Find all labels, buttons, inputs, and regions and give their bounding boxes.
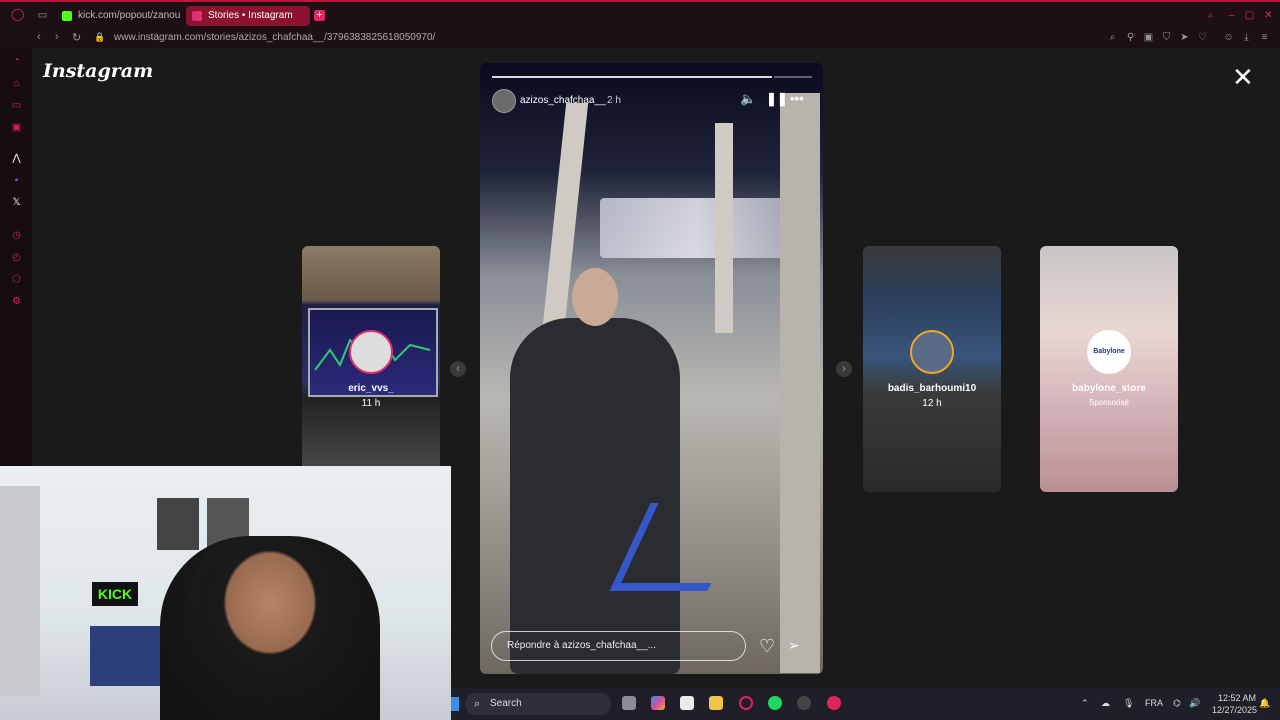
forward-icon[interactable]: › <box>55 31 59 43</box>
shield-icon[interactable]: ⛉ <box>1161 32 1172 43</box>
side-story-babylone[interactable]: Babylone babylone_store Sponsorisé <box>1040 246 1178 492</box>
browser-tab-bar: ◯ ▭ kick.com/popout/zanoune Stories • In… <box>0 0 1280 28</box>
more-options-icon[interactable]: ••• <box>790 91 804 106</box>
lock-icon: 🔒 <box>94 32 106 42</box>
avatar <box>349 330 393 374</box>
kick-favicon-icon <box>62 11 72 21</box>
tray-chevron-icon[interactable]: ⌃ <box>1081 698 1089 709</box>
progress-remaining <box>774 76 812 78</box>
messenger-icon[interactable]: ▭ <box>11 100 22 111</box>
avatar <box>910 330 954 374</box>
avatar: Babylone <box>1087 330 1131 374</box>
side-story-time: 11 h <box>361 398 381 409</box>
tab-search-icon[interactable]: ▭ <box>37 10 48 21</box>
story-time: 2 h <box>607 95 621 106</box>
network-app-icon[interactable]: ☁ <box>1101 698 1110 709</box>
close-stories-button[interactable]: ✕ <box>1232 64 1254 90</box>
search-tabs-icon[interactable]: ⌕ <box>1205 10 1216 21</box>
copilot-icon[interactable] <box>651 696 665 710</box>
volume-tray-icon[interactable]: 🔊 <box>1189 698 1200 709</box>
language-indicator[interactable]: FRA <box>1145 698 1163 708</box>
kick-sign: KICK <box>92 582 138 606</box>
side-story-name: eric_vvs_ <box>348 383 394 394</box>
side-story-sponsored: Sponsorisé <box>1088 398 1130 407</box>
start-button[interactable] <box>451 697 459 711</box>
tab-kick-label: kick.com/popout/zanoune <box>78 10 180 21</box>
menu-icon[interactable]: ≡ <box>1259 32 1270 43</box>
instagram-favicon-icon <box>192 11 202 21</box>
twitch-icon[interactable]: ▪ <box>11 175 22 186</box>
like-heart-icon[interactable]: ♡ <box>759 637 775 655</box>
back-icon[interactable]: ‹ <box>37 31 41 43</box>
previous-story-button[interactable]: ‹ <box>450 361 466 377</box>
minimize-icon[interactable]: – <box>1226 10 1237 21</box>
task-view-icon[interactable] <box>622 696 636 710</box>
spotify-icon[interactable] <box>768 696 782 710</box>
pause-icon[interactable]: ❚❚ <box>766 91 788 107</box>
clock-icon[interactable]: ◴ <box>11 252 22 263</box>
story-username[interactable]: azizos_chafchaa__ <box>520 95 606 106</box>
x-icon[interactable]: 𝕏 <box>11 197 22 208</box>
notifications-icon[interactable]: 🔔 <box>1259 698 1270 709</box>
instagram-logo[interactable]: Instagram <box>43 60 153 82</box>
wifi-icon[interactable]: ⌬ <box>1173 698 1181 709</box>
share-icon[interactable]: ➤ <box>1179 32 1190 43</box>
progress-viewed <box>492 76 772 78</box>
story-person <box>510 318 680 674</box>
tab-instagram[interactable]: Stories • Instagram <box>186 6 310 26</box>
story-progress <box>492 76 812 78</box>
heart-icon[interactable]: ♡ <box>1197 32 1208 43</box>
story-person-head <box>572 268 618 326</box>
history-icon[interactable]: ◷ <box>11 230 22 241</box>
record-app-icon[interactable] <box>827 696 841 710</box>
pillar <box>715 123 733 333</box>
download-icon[interactable]: ⤓ <box>1241 32 1252 43</box>
side-story-time: 12 h <box>922 398 942 409</box>
clock-date[interactable]: 12/27/2025 <box>1212 705 1257 715</box>
obs-icon[interactable] <box>797 696 811 710</box>
tab-instagram-label: Stories • Instagram <box>208 10 293 21</box>
pillar <box>780 93 820 673</box>
search-icon: ⌕ <box>474 698 481 710</box>
microphone-icon[interactable]: 🎙 <box>1123 698 1134 709</box>
address-bar-row: ‹ › ↻ 🔒 www.instagram.com/stories/azizos… <box>0 28 1280 48</box>
tab-kick[interactable]: kick.com/popout/zanoune <box>56 6 180 26</box>
clock-time[interactable]: 12:52 AM <box>1218 693 1256 703</box>
settings-icon[interactable]: ⚙ <box>11 296 22 307</box>
shelf <box>0 486 40 696</box>
new-tab-button[interactable]: + <box>314 10 325 21</box>
zoom-icon[interactable]: ⌕ <box>1107 32 1118 43</box>
side-story-name: babylone_store <box>1072 383 1146 394</box>
maximize-icon[interactable]: ▢ <box>1244 10 1255 21</box>
search-label: Search <box>490 698 522 709</box>
shopping-icon[interactable]: ⌂ <box>11 78 22 89</box>
next-story-button[interactable]: › <box>836 361 852 377</box>
reload-icon[interactable]: ↻ <box>72 31 81 44</box>
side-story-badis[interactable]: badis_barhoumi10 12 h <box>863 246 1001 492</box>
opera-menu-icon[interactable]: ◯ <box>11 8 24 20</box>
url-field[interactable]: www.instagram.com/stories/azizos_chafcha… <box>114 32 435 43</box>
kick-sidebar-icon[interactable]: ⋀ <box>11 153 22 164</box>
send-icon[interactable]: ➢ <box>788 637 800 654</box>
close-window-icon[interactable]: ✕ <box>1263 10 1274 21</box>
aria-icon[interactable]: ◔ <box>11 55 22 66</box>
opera-icon[interactable] <box>739 696 753 710</box>
active-story[interactable]: azizos_chafchaa__ 2 h 🔈 ❚❚ ••• <box>480 63 823 674</box>
store-icon[interactable] <box>680 696 694 710</box>
avatar[interactable] <box>492 89 516 113</box>
side-story-name: badis_barhoumi10 <box>887 383 977 394</box>
music-icon[interactable]: ▣ <box>11 122 22 133</box>
file-explorer-icon[interactable] <box>709 696 723 710</box>
extensions-icon[interactable]: ⬠ <box>11 274 22 285</box>
snapshot-icon[interactable]: ▣ <box>1143 32 1154 43</box>
reply-input[interactable]: Répondre à azizos_chafchaa__... <box>491 631 746 661</box>
webcam-overlay: KICK <box>0 466 451 720</box>
volume-icon[interactable]: 🔈 <box>740 91 756 107</box>
side-story-eric[interactable]: eric_vvs_ 11 h <box>302 246 440 492</box>
wall-poster <box>157 498 199 550</box>
background-building <box>600 198 790 258</box>
pin-icon[interactable]: ⚲ <box>1125 32 1136 43</box>
profile-icon[interactable]: ☺ <box>1223 32 1234 43</box>
taskbar-search[interactable]: ⌕ Search <box>465 693 611 715</box>
